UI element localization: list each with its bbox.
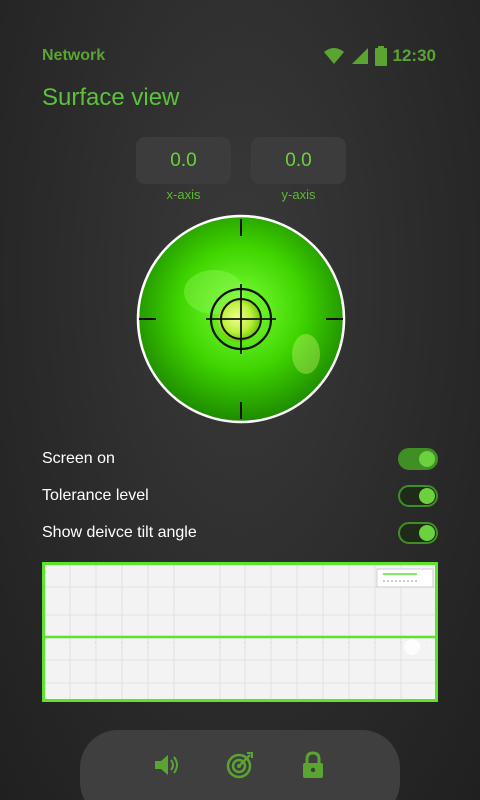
toggle-knob: [419, 488, 435, 504]
x-axis-value: 0.0: [170, 149, 197, 171]
graph-legend: [376, 568, 434, 588]
status-icons: 12:30: [323, 46, 436, 66]
wifi-icon: [323, 47, 345, 65]
bubble-level[interactable]: [136, 214, 346, 424]
tolerance-level-toggle[interactable]: [398, 485, 438, 507]
show-tilt-angle-toggle[interactable]: [398, 522, 438, 544]
svg-text:·: ·: [121, 640, 122, 645]
calibrate-button[interactable]: [225, 751, 255, 784]
svg-text:·: ·: [69, 640, 70, 645]
svg-text:·: ·: [426, 640, 427, 645]
setting-show-tilt-angle[interactable]: Show deivce tilt angle: [42, 519, 438, 547]
svg-text:·: ·: [270, 640, 271, 645]
speaker-icon: [153, 752, 181, 783]
toggle-knob: [419, 525, 435, 541]
svg-text:·: ·: [296, 640, 297, 645]
signal-icon: [351, 47, 369, 65]
svg-text:·: ·: [322, 640, 323, 645]
carrier-name: Network: [42, 47, 106, 64]
y-axis-label: y-axis: [281, 187, 316, 202]
battery-icon: [374, 46, 387, 66]
svg-text:·: ·: [219, 640, 220, 645]
svg-text:·: ·: [173, 640, 174, 645]
setting-label: Tolerance level: [42, 487, 149, 504]
target-icon: [226, 751, 254, 784]
x-axis-label: x-axis: [166, 187, 201, 202]
speaker-button[interactable]: [152, 752, 182, 782]
setting-label: Show deivce tilt angle: [42, 524, 197, 541]
svg-text:·: ·: [95, 640, 96, 645]
setting-label: Screen on: [42, 450, 115, 467]
svg-text:·: ·: [400, 640, 401, 645]
setting-screen-on[interactable]: Screen on: [42, 445, 438, 473]
page-title: Surface view: [42, 84, 180, 111]
x-axis-readout: 0.0: [136, 137, 231, 184]
y-axis-value: 0.0: [285, 149, 312, 171]
setting-tolerance-level[interactable]: Tolerance level: [42, 482, 438, 510]
screen-on-toggle[interactable]: [398, 448, 438, 470]
status-bar: Network 12:30: [42, 44, 436, 68]
y-axis-readout: 0.0: [251, 137, 346, 184]
toggle-knob: [419, 451, 435, 467]
svg-text:·: ·: [348, 640, 349, 645]
lock-button[interactable]: [298, 750, 328, 784]
svg-text:·: ·: [374, 640, 375, 645]
svg-text:·: ·: [244, 640, 245, 645]
svg-text:·: ·: [147, 640, 148, 645]
clock: 12:30: [392, 46, 436, 65]
tilt-graph-canvas: · · · · · · · · · · · · · ·: [45, 565, 435, 699]
lock-icon: [301, 750, 325, 784]
tilt-graph: · · · · · · · · · · · · · ·: [42, 562, 438, 702]
bubble-level-graphic: [136, 214, 346, 424]
